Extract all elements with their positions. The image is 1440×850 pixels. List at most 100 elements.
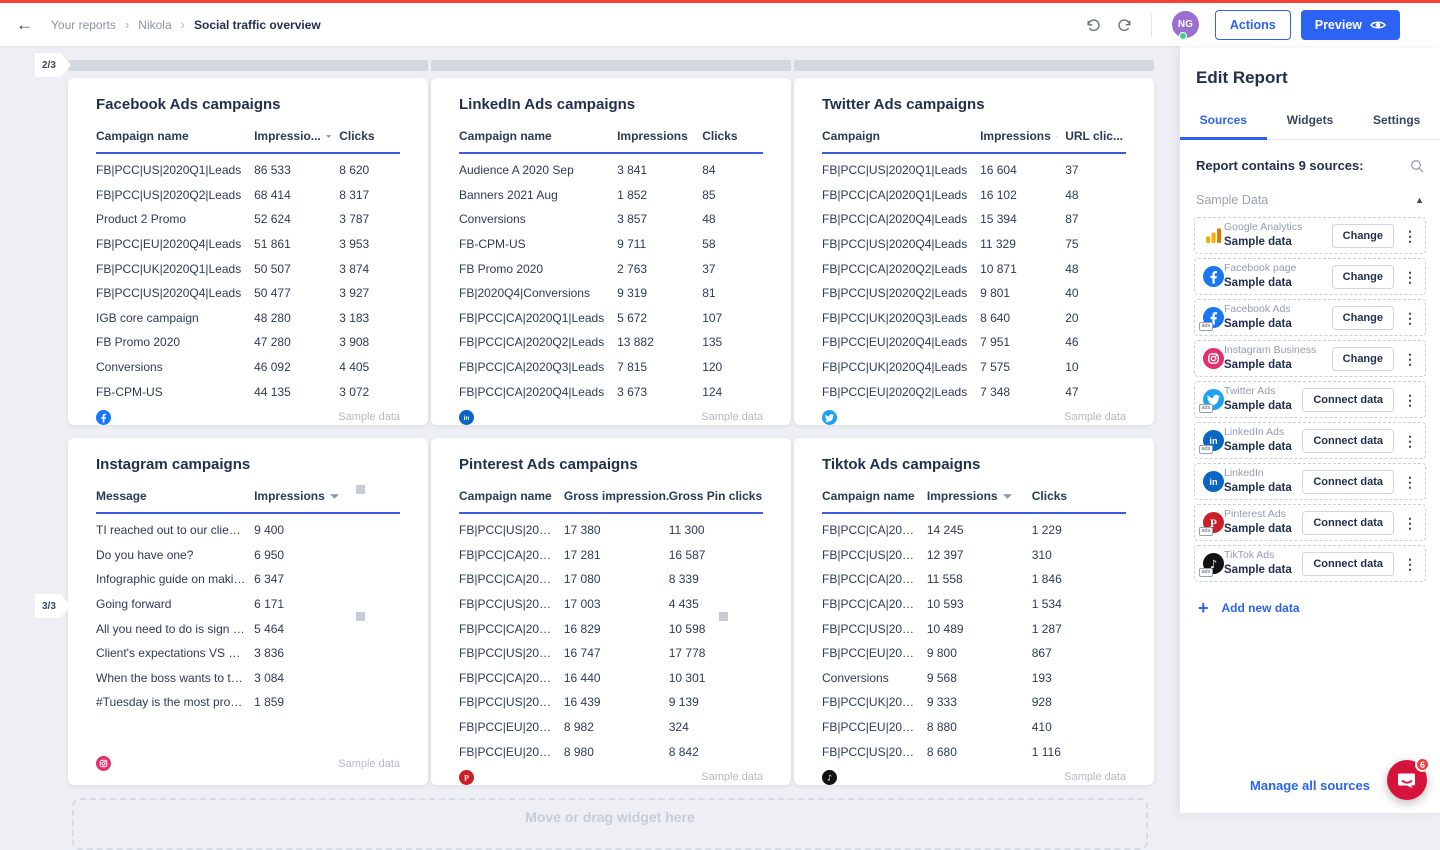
source-item: ads Twitter Ads Sample data Connect data…: [1194, 381, 1426, 418]
table-cell: Conversions: [96, 360, 254, 374]
sample-data-group-header[interactable]: Sample Data ▲: [1196, 193, 1424, 207]
redo-icon[interactable]: [1116, 18, 1133, 32]
table-cell: Product 2 Promo: [96, 212, 254, 226]
table-cell: 10 489: [927, 622, 1032, 636]
sort-icon[interactable]: [330, 494, 339, 499]
widget-dropzone[interactable]: Move or drag widget here: [72, 798, 1148, 850]
table-cell: FB|PCC|US|2020Q2|Leads: [822, 286, 980, 300]
search-icon[interactable]: [1410, 159, 1424, 173]
table-cell: FB|PCC|UK|2020Q1|Leads: [96, 262, 254, 276]
source-name: LinkedIn Ads: [1224, 426, 1302, 440]
avatar-initials: NG: [1178, 19, 1193, 30]
sample-data-label: Sample data: [701, 771, 763, 783]
column-header[interactable]: Gross impression...: [564, 489, 669, 503]
breadcrumb-your-reports[interactable]: Your reports: [51, 18, 116, 32]
column-header[interactable]: Campaign name: [96, 129, 254, 143]
source-subtitle: Sample data: [1224, 235, 1332, 250]
chat-launcher-button[interactable]: 6: [1387, 760, 1427, 800]
column-header[interactable]: Campaign: [822, 129, 980, 143]
column-header[interactable]: Campaign name: [459, 489, 564, 503]
widget-title: Instagram campaigns: [96, 456, 400, 473]
page-marker-2of3[interactable]: 2/3: [35, 53, 71, 77]
kebab-menu-icon[interactable]: ⋮: [1403, 352, 1417, 366]
kebab-menu-icon[interactable]: ⋮: [1403, 557, 1417, 571]
actions-button[interactable]: Actions: [1215, 10, 1291, 40]
kebab-menu-icon[interactable]: ⋮: [1403, 434, 1417, 448]
column-header[interactable]: Campaign name: [459, 129, 617, 143]
widget-card[interactable]: Pinterest Ads campaigns Campaign nameGro…: [431, 438, 791, 785]
sort-icon[interactable]: [1056, 134, 1057, 139]
source-action-button[interactable]: Connect data: [1302, 388, 1394, 412]
tab-sources[interactable]: Sources: [1180, 104, 1267, 139]
back-arrow-icon[interactable]: ←: [16, 15, 33, 35]
table-row: Conversions9 568193: [822, 666, 1126, 691]
sort-icon[interactable]: [326, 134, 331, 139]
source-action-button[interactable]: Connect data: [1302, 552, 1394, 576]
ads-badge: ads: [1199, 404, 1213, 414]
column-header[interactable]: Gross Pin clicks: [669, 489, 763, 503]
column-header[interactable]: Impressions: [254, 489, 400, 503]
facebook-icon: ads: [1203, 307, 1224, 328]
preview-button[interactable]: Preview: [1301, 10, 1400, 40]
column-header[interactable]: URL clic...: [1065, 129, 1126, 143]
sort-icon[interactable]: [1003, 494, 1012, 499]
kebab-menu-icon[interactable]: ⋮: [1403, 475, 1417, 489]
widget-card[interactable]: Facebook Ads campaigns Campaign nameImpr…: [68, 78, 428, 425]
table-row: FB|PCC|US|2020...17 0034 435: [459, 592, 763, 617]
table-cell: 8 680: [927, 745, 1032, 759]
resize-handle[interactable]: [356, 485, 365, 494]
resize-handle[interactable]: [719, 612, 728, 621]
column-label: Campaign name: [822, 489, 915, 503]
column-header[interactable]: Clicks: [339, 129, 400, 143]
column-header[interactable]: Campaign name: [822, 489, 927, 503]
tab-widgets[interactable]: Widgets: [1267, 104, 1354, 139]
column-header[interactable]: Impressions: [927, 489, 1032, 503]
breadcrumb-folder[interactable]: Nikola: [138, 18, 171, 32]
source-action-button[interactable]: Connect data: [1302, 429, 1394, 453]
kebab-menu-icon[interactable]: ⋮: [1403, 393, 1417, 407]
widget-card[interactable]: Tiktok Ads campaigns Campaign nameImpres…: [794, 438, 1154, 785]
column-header[interactable]: Clicks: [702, 129, 763, 143]
source-action-button[interactable]: Change: [1332, 265, 1394, 289]
source-name: LinkedIn: [1224, 467, 1302, 481]
table-cell: 1 846: [1032, 572, 1126, 586]
source-action-button[interactable]: Connect data: [1302, 511, 1394, 535]
table-row: FB|PCC|CA|2020...17 0808 339: [459, 567, 763, 592]
widget-card[interactable]: Twitter Ads campaigns CampaignImpression…: [794, 78, 1154, 425]
kebab-menu-icon[interactable]: ⋮: [1403, 270, 1417, 284]
source-action-button[interactable]: Change: [1332, 347, 1394, 371]
table-row: Conversions3 85748: [459, 207, 763, 232]
table-cell: 9 400: [254, 523, 400, 537]
column-header[interactable]: Clicks: [1032, 489, 1126, 503]
column-header[interactable]: Message: [96, 489, 254, 503]
page-marker-3of3[interactable]: 3/3: [35, 594, 71, 618]
widget-card[interactable]: Instagram campaigns MessageImpressions T…: [68, 438, 428, 785]
ads-badge: ads: [1199, 527, 1213, 537]
table-cell: 11 329: [980, 237, 1065, 251]
tab-settings[interactable]: Settings: [1353, 104, 1440, 139]
kebab-menu-icon[interactable]: ⋮: [1403, 311, 1417, 325]
kebab-menu-icon[interactable]: ⋮: [1403, 516, 1417, 530]
add-new-data-button[interactable]: + Add new data: [1198, 599, 1422, 617]
source-name: Twitter Ads: [1224, 385, 1302, 399]
widget-card[interactable]: LinkedIn Ads campaigns Campaign nameImpr…: [431, 78, 791, 425]
source-subtitle: Sample data: [1224, 399, 1302, 414]
avatar[interactable]: NG: [1172, 11, 1199, 38]
table-header-row: Campaign nameGross impression...Gross Pi…: [459, 489, 763, 514]
linkedin-icon: in: [1203, 471, 1224, 492]
collapse-arrow-icon[interactable]: ▲: [1415, 195, 1424, 205]
kebab-menu-icon[interactable]: ⋮: [1403, 229, 1417, 243]
table-cell: 6 950: [254, 548, 400, 562]
source-action-button[interactable]: Connect data: [1302, 470, 1394, 494]
source-action-button[interactable]: Change: [1332, 224, 1394, 248]
tiktok-icon: ♪ads: [1203, 553, 1224, 574]
resize-handle[interactable]: [356, 612, 365, 621]
column-header[interactable]: Impressions: [617, 129, 702, 143]
source-action-button[interactable]: Change: [1332, 306, 1394, 330]
table-cell: FB|PCC|CA|2020Q4|Leads: [459, 385, 617, 399]
table-cell: 58: [702, 237, 763, 251]
table-cell: 8 640: [980, 311, 1065, 325]
column-header[interactable]: Impressio...: [254, 129, 339, 143]
column-header[interactable]: Impressions: [980, 129, 1065, 143]
undo-icon[interactable]: [1085, 18, 1102, 32]
